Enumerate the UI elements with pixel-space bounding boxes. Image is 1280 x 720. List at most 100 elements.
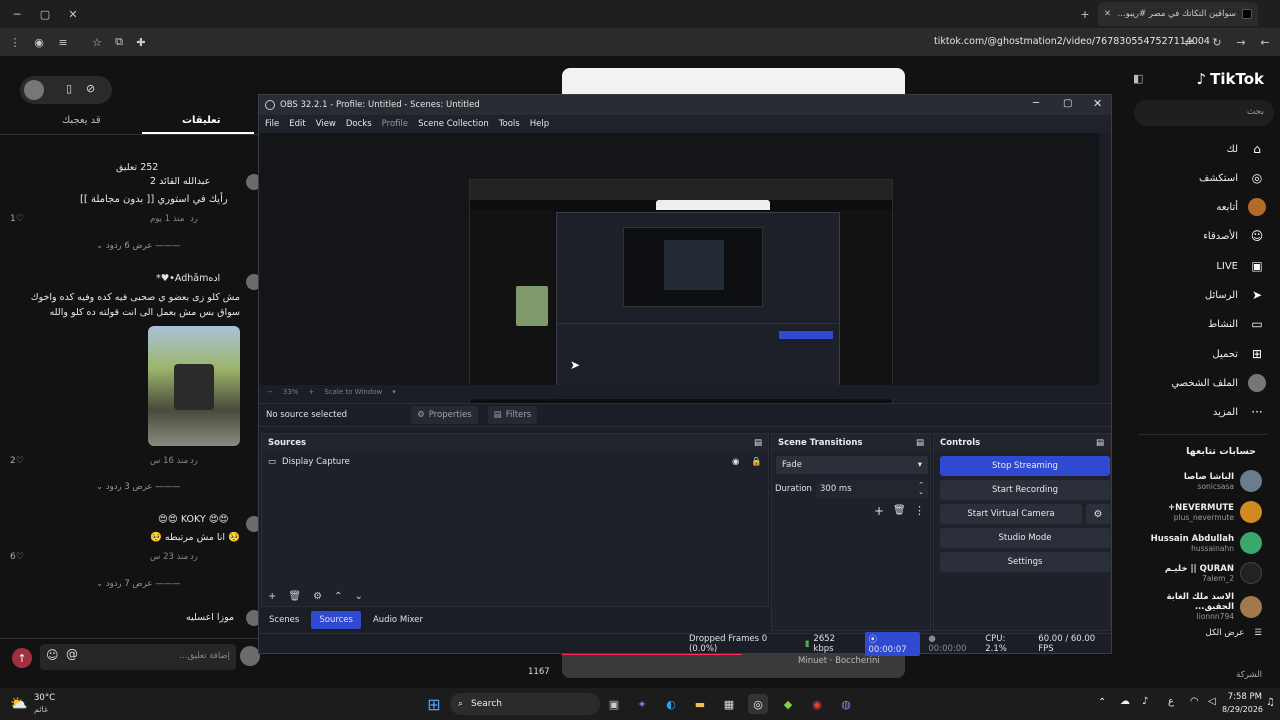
move-up-icon[interactable]: ⌃ [334,591,342,602]
menu-dots-icon[interactable]: ⋮ [6,33,24,51]
nav-live[interactable]: ▣ LIVE [1216,257,1266,275]
nav-explore[interactable]: ◎ استكشف [1199,169,1266,187]
trash-icon[interactable]: 🗑 [288,591,301,602]
tray-chevron-icon[interactable]: ⌃ [1098,697,1106,708]
see-all-link[interactable]: ☰ عرض الكل [1206,628,1262,638]
network-icon[interactable]: ☁ [1120,696,1130,707]
wifi-icon[interactable]: ◠ [1190,696,1199,707]
add-source-icon[interactable]: + [268,591,276,602]
close-icon[interactable]: ✕ [1093,97,1102,110]
nav-following[interactable]: ● أتابعه [1216,198,1266,216]
app-icon[interactable]: ◆ [778,694,798,714]
copilot-icon[interactable]: ✦ [632,694,652,714]
new-tab-button[interactable]: + [1076,5,1094,23]
tiktok-logo[interactable]: ♪ TikTok [1197,70,1264,88]
lock-icon[interactable]: 🔒 [751,457,762,467]
more-options-icon[interactable]: ⋮ [914,504,925,517]
chevron-down-icon[interactable]: ▾ [392,388,396,396]
tab-comments[interactable]: تعليقات [182,115,221,126]
view-replies[interactable]: ——— عرض 7 ردود ⌄ [96,579,181,589]
reply-link[interactable]: رد [190,552,198,562]
obs-preview[interactable]: ➤ [259,133,1099,419]
forward-icon[interactable]: → [1232,33,1250,51]
view-replies[interactable]: ——— عرض 3 ردود ⌄ [96,482,181,492]
reply-link[interactable]: رد [190,214,198,224]
dock-menu-icon[interactable]: ▤ [916,438,924,448]
followed-account[interactable]: الباشا صاصا sonicsasa [1184,470,1262,492]
extensions-icon[interactable]: ✚ [132,33,150,51]
address-bar-url[interactable]: tiktok.com/@ghostmation2/video/767830554… [934,36,1210,47]
visibility-eye-icon[interactable]: ◉ [732,457,739,467]
stop-streaming-button[interactable]: Stop Streaming [940,456,1110,476]
virtual-camera-settings-icon[interactable]: ⚙ [1086,504,1110,524]
avatar[interactable] [240,646,260,666]
tab-sources[interactable]: Sources [311,611,361,629]
close-window-icon[interactable]: ✕ [64,5,82,23]
tab-audio-mixer[interactable]: Audio Mixer [365,611,431,629]
clock-time[interactable]: 7:58 PM [1222,692,1262,702]
edge-icon[interactable]: ◐ [661,694,681,714]
task-view-icon[interactable]: ▣ [604,694,624,714]
volume-icon[interactable]: ◁ [1208,696,1216,707]
spinner-icon[interactable]: ⌃ ⌄ [918,482,924,496]
followed-account[interactable]: Hussain Abdullah hussainahn [1151,532,1262,554]
followed-account[interactable]: الاسد ملك الغابة الحقيق... lionnn794 [1128,592,1262,621]
followed-account[interactable]: QURAN || خليـم 7alem_2 [1165,562,1262,584]
nav-friends[interactable]: ☺ الأصدقاء [1203,227,1266,245]
dock-menu-icon[interactable]: ▤ [1096,438,1104,448]
emoji-icon[interactable]: ☺ [46,648,59,662]
comment-input[interactable]: ☺ @ إضافة تعليق... [40,644,236,670]
preview-scrollbar[interactable] [1099,133,1111,385]
store-icon[interactable]: ▦ [719,694,739,714]
file-explorer-icon[interactable]: ▬ [690,694,710,714]
start-virtual-camera-button[interactable]: Start Virtual Camera [940,504,1082,524]
scale-mode-select[interactable]: Scale to Window [324,388,382,396]
menu-docks[interactable]: Docks [346,119,372,129]
send-icon[interactable]: ↑ [12,648,32,668]
weather-icon[interactable]: ⛅ [10,696,27,712]
dock-menu-icon[interactable]: ▤ [754,438,762,448]
windows-start-icon[interactable]: ⊞ [424,694,444,714]
studio-mode-button[interactable]: Studio Mode [940,528,1110,548]
active-tab[interactable]: ✕ سواقين التكاتك في مصر #ريبو... [1098,2,1258,26]
menu-edit[interactable]: Edit [289,119,305,129]
comment-image[interactable] [148,326,240,446]
favorite-star-icon[interactable]: ☆ [88,33,106,51]
mention-icon[interactable]: @ [66,647,78,661]
maximize-icon[interactable]: ▢ [1063,98,1072,109]
menu-tools[interactable]: Tools [499,119,520,129]
like-count[interactable]: 1♡ [10,214,24,224]
followed-account[interactable]: NEVERMUTE+ plus_nevermute [1168,501,1262,523]
zoom-out-icon[interactable]: − [267,388,273,396]
company-link[interactable]: الشركة [1236,670,1262,680]
nav-upload[interactable]: ⊞ تحميل [1212,345,1266,363]
nav-activity[interactable]: ▭ النشاط [1208,315,1266,333]
menu-file[interactable]: File [265,119,279,129]
collections-icon[interactable]: ≡ [54,33,72,51]
menu-profile[interactable]: Profile [382,119,408,129]
settings-button[interactable]: Settings [940,552,1110,572]
duration-input[interactable]: 300 ms ⌃ ⌄ [816,480,928,498]
sidebar-collapse-icon[interactable]: ◧ [1133,72,1143,85]
like-count[interactable]: 2♡ [10,456,24,466]
notification-bell-icon[interactable]: ♫ [1266,697,1275,708]
nav-messages[interactable]: ➤ الرسائل [1205,286,1266,304]
tab-you-may-like[interactable]: قد يعجبك [62,115,101,126]
zoom-in-icon[interactable]: + [308,388,314,396]
phone-icon[interactable]: ▯ [66,82,72,95]
chrome-icon[interactable]: ◉ [807,694,827,714]
reply-link[interactable]: رد [190,456,198,466]
restore-icon[interactable]: ▢ [36,5,54,23]
discord-icon[interactable]: ◍ [836,694,856,714]
start-recording-button[interactable]: Start Recording [940,480,1110,500]
avatar[interactable] [24,80,44,100]
nav-more[interactable]: ··· المزيد [1213,403,1266,421]
clock-date[interactable]: 8/29/2026 [1222,705,1263,714]
menu-view[interactable]: View [316,119,336,129]
transition-select[interactable]: Fade ▾ [776,456,928,474]
language-indicator[interactable]: ع [1168,696,1174,707]
filters-button[interactable]: ▤ Filters [487,406,538,424]
minimize-icon[interactable]: ─ [1033,98,1039,109]
like-count[interactable]: 6♡ [10,552,24,562]
add-transition-icon[interactable]: + [874,504,884,518]
